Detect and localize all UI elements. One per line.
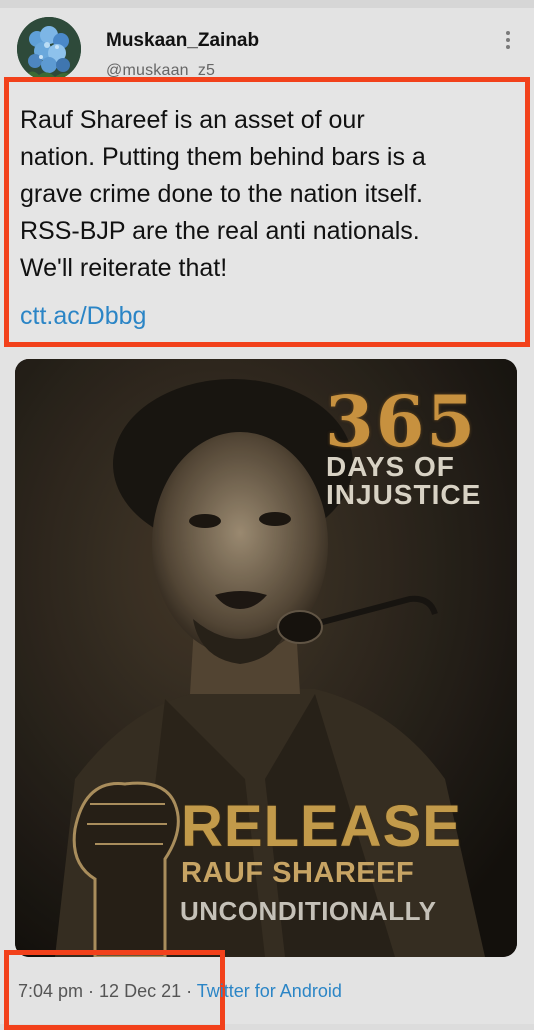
poster-subtitle: DAYS OF INJUSTICE [326,453,481,509]
tweet-text-highlight: Rauf Shareef is an asset of our nation. … [4,77,530,347]
poster-line1: DAYS OF [326,451,455,482]
poster-tagline: UNCONDITIONALLY [180,896,437,926]
tweet-source-link[interactable]: Twitter for Android [197,981,342,1001]
poster-headline: RELEASE [181,794,462,859]
more-options-icon[interactable] [498,28,518,54]
top-divider [0,0,534,8]
poster-line2: INJUSTICE [326,479,482,510]
avatar-hydrangea-image [17,17,81,81]
tweet-card: Muskaan_Zainab @muskaan_z5 Rauf Shareef … [0,0,534,1030]
meta-separator: · [83,981,100,1001]
avatar[interactable] [17,17,81,81]
meta-separator: · [181,981,197,1001]
tweet-time[interactable]: 7:04 pm [18,981,83,1001]
display-name[interactable]: Muskaan_Zainab [106,30,259,52]
tweet-meta: 7:04 pm · 12 Dec 21 · Twitter for Androi… [18,981,342,1002]
tweet-date[interactable]: 12 Dec 21 [99,981,181,1001]
poster-name: RAUF SHAREEF [181,857,415,889]
tweet-text: Rauf Shareef is an asset of our nation. … [20,106,426,282]
tweet-link[interactable]: ctt.ac/Dbbg [20,302,146,331]
